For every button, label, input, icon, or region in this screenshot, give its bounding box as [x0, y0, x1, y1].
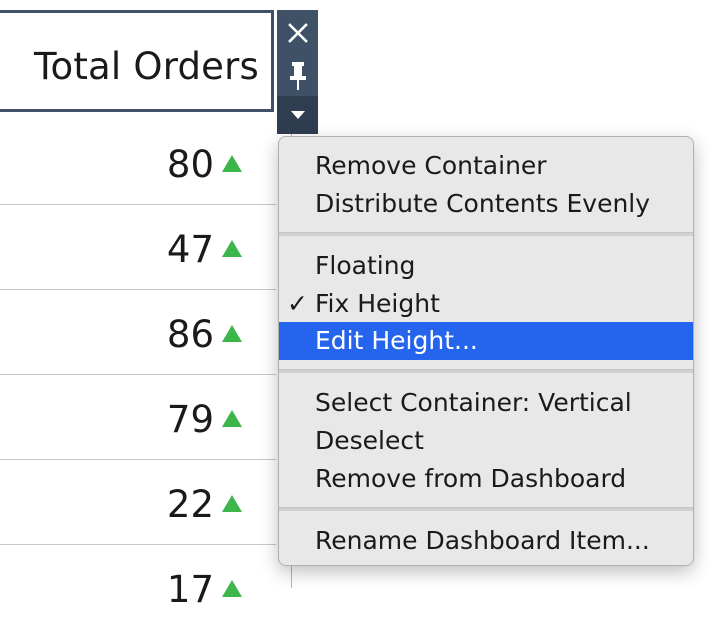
column-title: Total Orders [34, 45, 259, 88]
table-row: 47 [0, 205, 276, 290]
table-row: 79 [0, 375, 276, 460]
trend-up-icon [222, 155, 242, 172]
pin-icon [289, 62, 306, 90]
order-count: 80 [166, 143, 214, 186]
context-menu: Remove Container Distribute Contents Eve… [278, 136, 694, 566]
menu-item-distribute-evenly[interactable]: Distribute Contents Evenly [279, 185, 693, 223]
menu-item-deselect[interactable]: Deselect [279, 422, 693, 460]
menu-item-select-container[interactable]: Select Container: Vertical [279, 384, 693, 422]
order-count: 22 [166, 483, 214, 526]
menu-separator [279, 507, 693, 511]
menu-separator [279, 232, 693, 236]
menu-item-label: Fix Height [315, 289, 440, 318]
trend-up-icon [222, 495, 242, 512]
menu-item-fix-height[interactable]: ✓ Fix Height [279, 285, 693, 323]
trend-up-icon [222, 325, 242, 342]
pin-button[interactable] [277, 54, 318, 98]
menu-item-floating[interactable]: Floating [279, 247, 693, 285]
column-header[interactable]: Total Orders [0, 10, 274, 112]
table-row: 86 [0, 290, 276, 375]
table-row: 22 [0, 460, 276, 545]
menu-item-rename[interactable]: Rename Dashboard Item... [279, 522, 693, 560]
menu-item-edit-height[interactable]: Edit Height... [279, 322, 693, 360]
table-row: 17 [0, 545, 276, 629]
menu-separator [279, 369, 693, 373]
menu-item-remove-from-dashboard[interactable]: Remove from Dashboard [279, 460, 693, 498]
checkmark-icon: ✓ [287, 289, 308, 318]
close-icon [287, 23, 308, 43]
trend-up-icon [222, 410, 242, 427]
dashboard-panel: Total Orders 80 47 86 79 22 17 [0, 0, 292, 611]
menu-item-remove-container[interactable]: Remove Container [279, 147, 693, 185]
dropdown-arrow-icon [290, 111, 305, 119]
order-count: 86 [166, 313, 214, 356]
table-row: 80 [0, 120, 276, 205]
trend-up-icon [222, 580, 242, 597]
more-options-button[interactable] [277, 96, 318, 134]
order-count: 17 [166, 568, 214, 611]
trend-up-icon [222, 240, 242, 257]
order-count: 47 [166, 228, 214, 271]
order-count: 79 [166, 398, 214, 441]
close-button[interactable] [277, 16, 318, 50]
item-toolbar [277, 10, 318, 134]
orders-list: 80 47 86 79 22 17 [0, 120, 276, 629]
